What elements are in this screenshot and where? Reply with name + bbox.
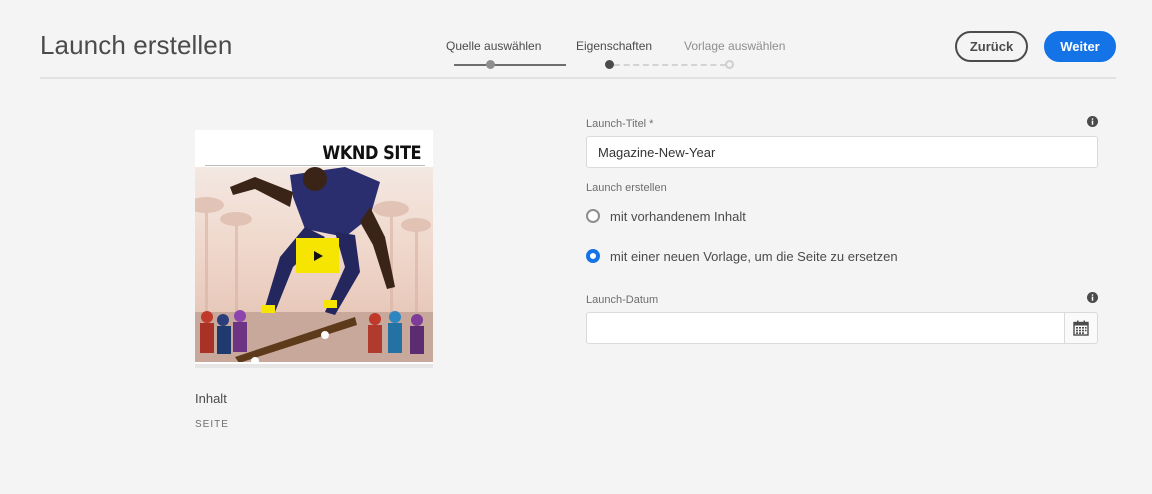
card-brand: WKND SITE — [322, 142, 421, 164]
step-source-label: Quelle auswählen — [446, 39, 542, 53]
header-bar: Launch erstellen Quelle auswählen Eigens… — [40, 0, 1116, 79]
launch-date-input[interactable] — [586, 312, 1065, 344]
card-header: WKND SITE — [195, 130, 433, 166]
card-thumbnail-image — [195, 167, 433, 364]
source-page-type: SEITE — [195, 419, 229, 430]
launch-title-label: Launch-Titel * — [586, 118, 654, 130]
radio-new-template-label: mit einer neuen Vorlage, um die Seite zu… — [610, 248, 898, 264]
page-title: Launch erstellen — [40, 30, 233, 60]
wizard-steps: Quelle auswählen Eigenschaften Vorlage a… — [400, 39, 785, 73]
play-button[interactable] — [296, 238, 339, 273]
radio-existing-content-control[interactable] — [586, 209, 600, 223]
calendar-icon — [1073, 320, 1089, 336]
launch-create-label: Launch erstellen — [586, 182, 667, 194]
play-icon — [313, 250, 323, 261]
step-source-dot — [486, 60, 495, 69]
source-page-card: WKND SITE — [195, 130, 433, 368]
next-button[interactable]: Weiter — [1044, 31, 1116, 62]
radio-new-template[interactable]: mit einer neuen Vorlage, um die Seite zu… — [586, 247, 898, 265]
launch-title-input[interactable] — [586, 136, 1098, 168]
info-icon[interactable] — [1087, 116, 1098, 127]
step-template-label: Vorlage auswählen — [684, 39, 786, 53]
launch-date-label: Launch-Datum — [586, 294, 659, 306]
radio-new-template-control[interactable] — [586, 249, 600, 263]
step-connector-done — [454, 64, 566, 66]
info-icon[interactable] — [1087, 292, 1098, 303]
source-page-name: Inhalt — [195, 391, 227, 406]
radio-existing-content[interactable]: mit vorhandenem Inhalt — [586, 207, 746, 225]
step-properties-label: Eigenschaften — [576, 39, 653, 53]
radio-existing-content-label: mit vorhandenem Inhalt — [610, 208, 746, 224]
step-connector-todo — [614, 64, 726, 66]
card-divider — [205, 165, 425, 166]
back-button[interactable]: Zurück — [955, 31, 1028, 62]
calendar-button[interactable] — [1064, 312, 1098, 344]
step-template-dot — [725, 60, 734, 69]
step-properties-dot — [605, 60, 614, 69]
